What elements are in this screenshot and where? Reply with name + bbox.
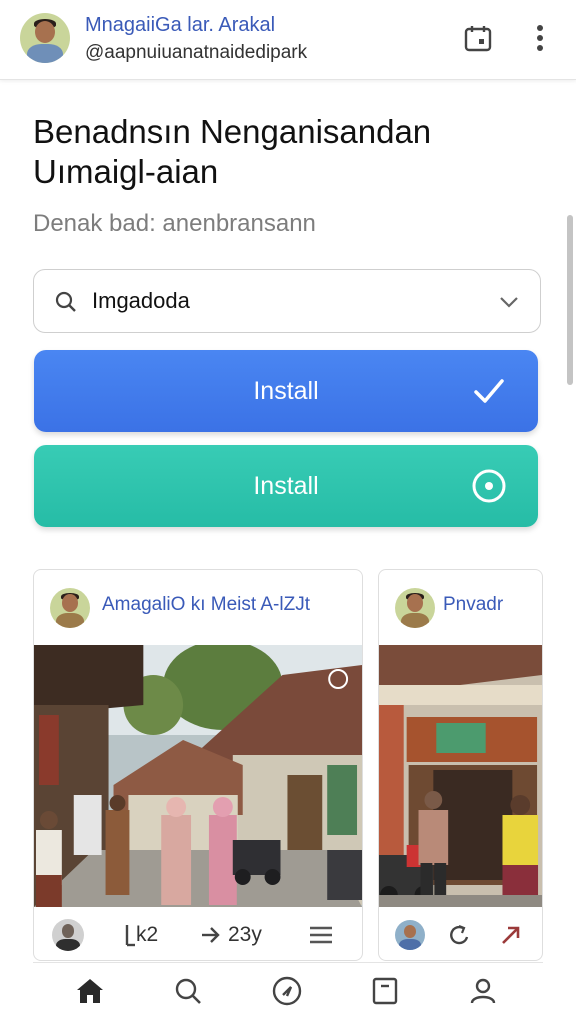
card-actions [379,907,542,960]
card-actions: k2 23y [34,907,362,960]
more-button[interactable] [524,22,556,54]
menu-icon [310,926,332,944]
card-action-menu[interactable] [309,919,333,951]
village-street-photo[interactable] [34,645,362,907]
share-count: k2 [136,923,159,946]
forward-count: 23y [228,923,262,946]
more-vertical-icon [537,25,543,51]
nav-explore[interactable] [269,973,305,1009]
install-button-label: Install [253,376,319,405]
scrollbar[interactable] [567,215,573,385]
nav-saved[interactable] [367,973,403,1009]
page-title: Benadnsın Nenganisandan Uımaigl-aian [33,113,432,190]
card-avatar[interactable] [50,588,90,628]
arrow-right-icon [202,927,220,943]
nav-profile[interactable] [465,973,501,1009]
card-action-forward[interactable]: 23y [200,919,262,951]
card-action-share[interactable]: k2 [124,919,158,951]
install-button-label: Install [253,471,319,500]
check-icon [470,372,508,410]
page-subtitle: Denak bad: anenbransann [33,210,316,237]
install-button-secondary[interactable]: Install [34,445,538,527]
arrow-up-right-icon [502,926,520,944]
bottom-navigation [33,962,543,1024]
share-icon [125,925,135,947]
post-card[interactable]: AmagaliO kı Meist A-lZJt k2 23y [33,569,363,961]
avatar-icon [395,920,425,950]
card-title[interactable]: Pnvadr [443,594,503,616]
card-action-open[interactable] [499,919,523,951]
user-handle: @aapnuiuanatnaidedipark [85,42,308,63]
nav-home[interactable] [72,973,108,1009]
user-avatar[interactable] [20,13,70,63]
search-input[interactable]: Imgadoda [92,288,190,314]
calendar-icon [464,26,492,52]
install-button-primary[interactable]: Install [34,350,538,432]
card-action-avatar[interactable] [52,919,84,951]
search-field[interactable]: Imgadoda [33,269,541,333]
post-card[interactable]: Pnvadr [378,569,543,961]
card-title[interactable]: AmagaliO kı Meist A-lZJt [102,594,310,616]
search-icon [175,978,201,1004]
card-action-avatar[interactable] [395,919,425,951]
avatar-icon [52,919,84,951]
chevron-down-icon [500,297,518,308]
search-icon [55,291,76,312]
bookmark-icon [372,977,398,1005]
card-action-refresh[interactable] [447,919,471,951]
refresh-icon [450,924,469,945]
calendar-button[interactable] [462,22,494,54]
user-name[interactable]: MnagaiiGa lar. Arakal [85,14,275,37]
nav-search[interactable] [170,973,206,1009]
compass-icon [272,976,302,1006]
top-bar: MnagaiiGa lar. Arakal @aapnuiuanatnaided… [0,0,576,80]
home-icon [77,979,103,1003]
card-avatar[interactable] [395,588,435,628]
shop-front-photo[interactable] [379,645,542,907]
radio-target-icon [470,467,508,505]
profile-icon [470,978,496,1004]
